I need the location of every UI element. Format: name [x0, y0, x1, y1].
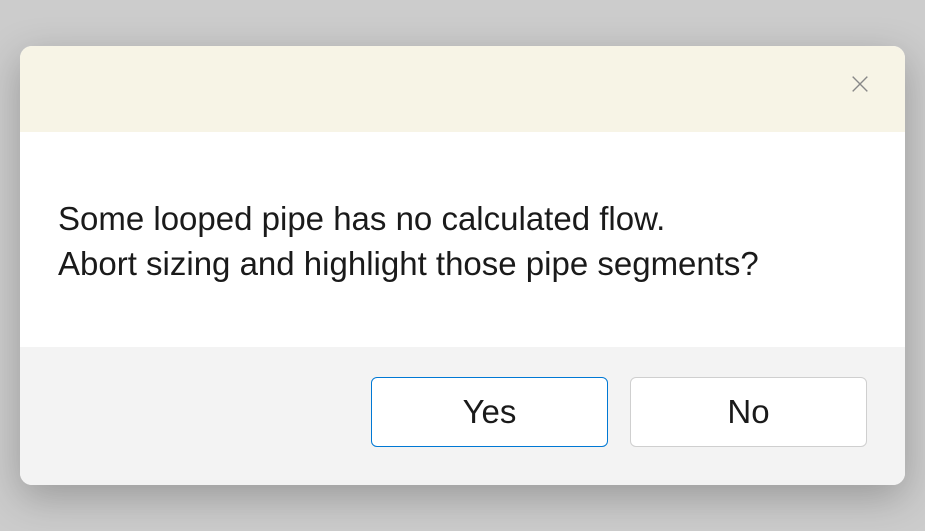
dialog-message: Some looped pipe has no calculated flow.…	[58, 197, 867, 286]
no-button[interactable]: No	[630, 377, 867, 447]
yes-button[interactable]: Yes	[371, 377, 608, 447]
close-button[interactable]	[845, 70, 875, 100]
dialog-footer: Yes No	[20, 347, 905, 485]
confirmation-dialog: Some looped pipe has no calculated flow.…	[20, 46, 905, 484]
close-icon	[849, 73, 871, 98]
dialog-body: Some looped pipe has no calculated flow.…	[20, 132, 905, 346]
dialog-header	[20, 46, 905, 132]
